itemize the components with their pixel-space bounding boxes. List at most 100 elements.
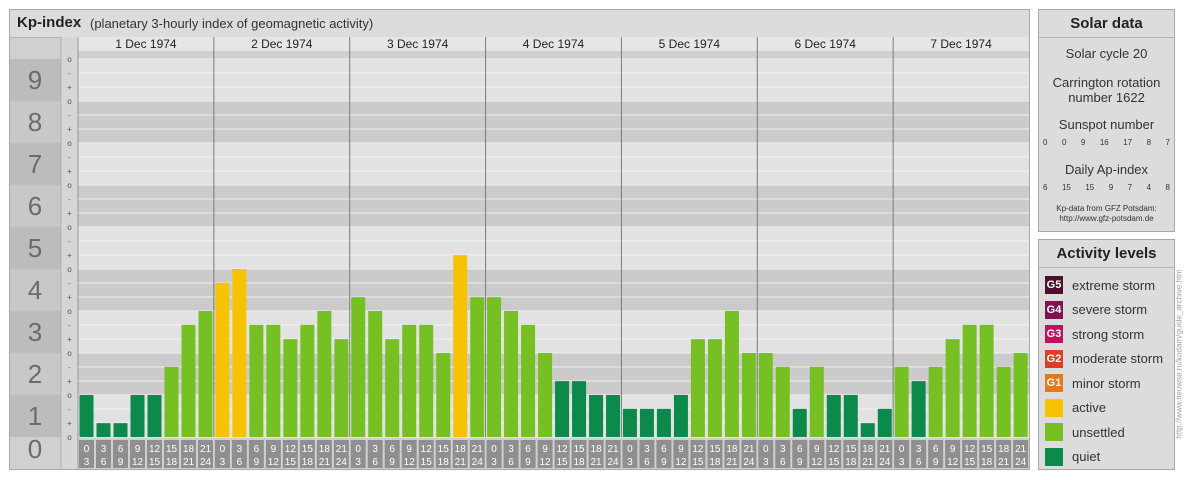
- time-slot-end: 9: [389, 457, 395, 468]
- kp-bar: [317, 311, 332, 437]
- time-slot-start: 12: [557, 444, 569, 455]
- minor-tick-label: +: [67, 419, 72, 428]
- kp-bar: [894, 366, 909, 437]
- time-slot-start: 9: [950, 444, 956, 455]
- time-slot-end: 15: [421, 457, 433, 468]
- sunspot-value-6: 8: [1146, 138, 1152, 147]
- kp-bar: [113, 423, 128, 437]
- time-slot-start: 21: [200, 444, 212, 455]
- day-label: 1 Dec 1974: [115, 37, 177, 51]
- time-slot-end: 12: [132, 457, 144, 468]
- kp-bar: [622, 408, 637, 437]
- kp-bar: [453, 255, 468, 437]
- kp-bar: [181, 324, 196, 437]
- time-slot-end: 15: [149, 457, 161, 468]
- kp-bar: [96, 423, 111, 437]
- time-slot-end: 21: [319, 457, 331, 468]
- minor-tick-label: +: [67, 209, 72, 218]
- time-slot-end: 6: [644, 457, 650, 468]
- time-slot-start: 15: [438, 444, 450, 455]
- time-slot-end: 12: [675, 457, 687, 468]
- kp-bar: [555, 381, 570, 437]
- time-slot-start: 3: [372, 444, 378, 455]
- kp-bar: [1013, 353, 1028, 437]
- y-tick-label: 1: [28, 401, 42, 431]
- solar-data-title: Solar data: [1039, 10, 1174, 38]
- legend-label: active: [1072, 400, 1106, 415]
- minor-tick-label: -: [68, 69, 71, 78]
- legend-swatch: G1: [1045, 374, 1063, 392]
- time-slot-start: 18: [726, 444, 738, 455]
- time-slot-end: 3: [627, 457, 633, 468]
- kp-bar: [911, 381, 926, 437]
- time-slot-start: 18: [862, 444, 874, 455]
- minor-tick-label: -: [68, 279, 71, 288]
- band: [78, 59, 1029, 101]
- time-slot-end: 24: [743, 457, 755, 468]
- kp-bar: [521, 324, 536, 437]
- time-slot-end: 12: [947, 457, 959, 468]
- day-label: 3 Dec 1974: [387, 37, 449, 51]
- kp-bar: [130, 395, 145, 437]
- time-slot-end: 21: [862, 457, 874, 468]
- kp-bar-chart: 0123456789+o+o-+o-+o-+o-+o-+o-+o-+o-o-1 …: [10, 37, 1029, 469]
- minor-tick-label: +: [67, 167, 72, 176]
- kp-bar: [707, 339, 722, 437]
- time-slot-end: 21: [183, 457, 195, 468]
- sunspot-value-3: 9: [1080, 138, 1086, 147]
- time-slot-start: 3: [237, 444, 243, 455]
- kp-bar: [385, 339, 400, 437]
- band: [78, 143, 1029, 185]
- ap-value-1: 6: [1043, 183, 1048, 192]
- time-slot-start: 15: [981, 444, 993, 455]
- day-label: 4 Dec 1974: [523, 37, 585, 51]
- kp-bar: [673, 395, 688, 437]
- minor-tick-label: +: [67, 293, 72, 302]
- minor-tick-label: +: [67, 335, 72, 344]
- kp-bar: [300, 324, 315, 437]
- time-slot-start: 3: [780, 444, 786, 455]
- kp-bar: [215, 282, 230, 437]
- time-slot-start: 0: [220, 444, 226, 455]
- time-slot-end: 24: [608, 457, 620, 468]
- kp-bar: [334, 339, 349, 437]
- minor-tick-label: -: [68, 237, 71, 246]
- kp-bar: [232, 269, 247, 437]
- time-slot-start: 15: [845, 444, 857, 455]
- time-slot-start: 12: [964, 444, 976, 455]
- legend-swatch: [1045, 398, 1063, 417]
- activity-levels-title: Activity levels: [1039, 240, 1174, 268]
- minor-tick-label: o: [67, 265, 72, 274]
- credit-line1: Kp-data from GFZ Potsdam:: [1056, 204, 1157, 213]
- kp-bar: [470, 297, 485, 437]
- sunspot-value-1: 0: [1043, 138, 1048, 147]
- y-tick-label: 5: [28, 233, 42, 263]
- time-slot-start: 0: [491, 444, 497, 455]
- minor-tick-label: +: [67, 377, 72, 386]
- time-slot-start: 6: [118, 444, 124, 455]
- time-slot-end: 15: [828, 457, 840, 468]
- kp-bar: [538, 353, 553, 437]
- time-slot-end: 6: [780, 457, 786, 468]
- minor-tick-label: -: [68, 111, 71, 120]
- time-slot-end: 18: [438, 457, 450, 468]
- minor-tick-label: o: [67, 349, 72, 358]
- ap-index-title: Daily Ap-index: [1064, 162, 1149, 177]
- kp-bar: [826, 395, 841, 437]
- time-slot-end: 21: [998, 457, 1010, 468]
- kp-bar: [945, 339, 960, 437]
- time-slot-start: 0: [627, 444, 633, 455]
- kp-bar: [639, 408, 654, 437]
- legend-label: quiet: [1072, 449, 1101, 464]
- band: [78, 227, 1029, 269]
- time-slot-end: 9: [525, 457, 531, 468]
- time-slot-end: 3: [220, 457, 226, 468]
- time-slot-start: 3: [916, 444, 922, 455]
- time-slot-end: 9: [118, 457, 124, 468]
- time-slot-end: 12: [268, 457, 280, 468]
- ap-value-2: 15: [1061, 183, 1071, 192]
- legend-label: strong storm: [1072, 326, 1145, 342]
- y-tick-label: 2: [28, 359, 42, 389]
- time-slot-start: 15: [302, 444, 314, 455]
- time-slot-start: 6: [525, 444, 531, 455]
